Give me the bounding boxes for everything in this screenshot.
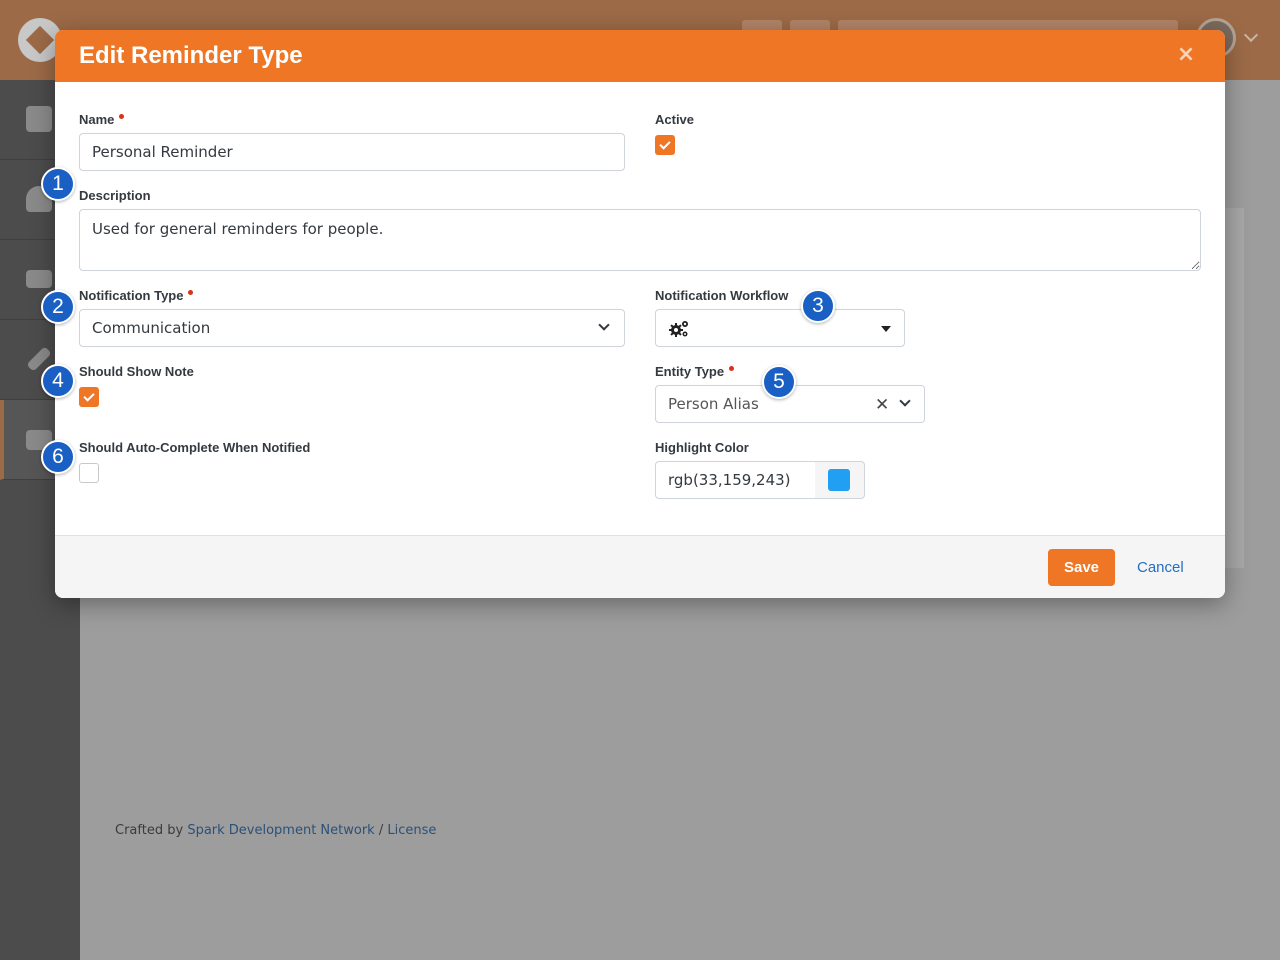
color-swatch (828, 469, 850, 491)
notification-type-label-text: Notification Type (79, 288, 184, 303)
clear-icon[interactable]: ✕ (875, 397, 889, 414)
description-textarea[interactable]: Used for general reminders for people. (79, 209, 1201, 271)
chevron-down-icon (598, 319, 610, 331)
chevron-down-icon[interactable] (1243, 27, 1259, 43)
required-indicator (188, 290, 194, 295)
callout-badge-3: 3 (801, 289, 835, 323)
money-icon (26, 270, 52, 288)
notification-type-value: Communication (92, 319, 211, 337)
footer-separator: / (378, 823, 384, 838)
modal-title: Edit Reminder Type (79, 42, 303, 69)
required-indicator (729, 366, 735, 371)
should-auto-complete-label: Should Auto-Complete When Notified (79, 440, 311, 455)
save-button[interactable]: Save (1048, 549, 1115, 586)
should-auto-complete-checkbox[interactable] (79, 463, 99, 483)
entity-type-label-text: Entity Type (655, 364, 725, 379)
notification-workflow-label: Notification Workflow (655, 288, 789, 303)
entity-type-value: Person Alias (668, 395, 759, 413)
chevron-down-icon[interactable] (899, 395, 911, 407)
highlight-color-input[interactable]: rgb(33,159,243) (655, 461, 816, 499)
callout-badge-5: 5 (762, 365, 796, 399)
callout-badge-1: 1 (41, 167, 75, 201)
should-show-note-checkbox[interactable] (79, 387, 99, 407)
book-icon (26, 106, 52, 132)
close-icon[interactable]: × (1175, 44, 1197, 66)
footer-link-spark[interactable]: Spark Development Network (187, 823, 374, 838)
name-label: Name (79, 112, 125, 127)
color-picker-button[interactable] (815, 461, 865, 499)
active-checkbox[interactable] (655, 135, 675, 155)
footer-prefix: Crafted by (115, 823, 184, 838)
gears-icon (669, 321, 688, 337)
callout-badge-6: 6 (41, 440, 75, 474)
highlight-color-label: Highlight Color (655, 440, 749, 455)
page-footer: Crafted by Spark Development Network / L… (115, 823, 436, 838)
modal-header: Edit Reminder Type × (55, 30, 1225, 82)
active-label: Active (655, 112, 695, 127)
name-input[interactable]: Personal Reminder (79, 133, 625, 171)
notification-workflow-picker[interactable] (655, 309, 905, 347)
cancel-button[interactable]: Cancel (1137, 549, 1184, 586)
callout-badge-4: 4 (41, 364, 75, 398)
description-label: Description (79, 188, 151, 203)
footer-link-license[interactable]: License (387, 823, 436, 838)
edit-reminder-type-modal: Edit Reminder Type × Name Personal Remin… (55, 30, 1225, 598)
modal-footer: Save Cancel (55, 535, 1225, 598)
notification-type-select[interactable]: Communication (79, 309, 625, 347)
should-show-note-label: Should Show Note (79, 364, 194, 379)
callout-badge-2: 2 (41, 290, 75, 324)
caret-down-icon (881, 326, 891, 332)
required-indicator (119, 114, 125, 119)
notification-type-label: Notification Type (79, 288, 194, 303)
name-label-text: Name (79, 112, 115, 127)
entity-type-label: Entity Type (655, 364, 735, 379)
